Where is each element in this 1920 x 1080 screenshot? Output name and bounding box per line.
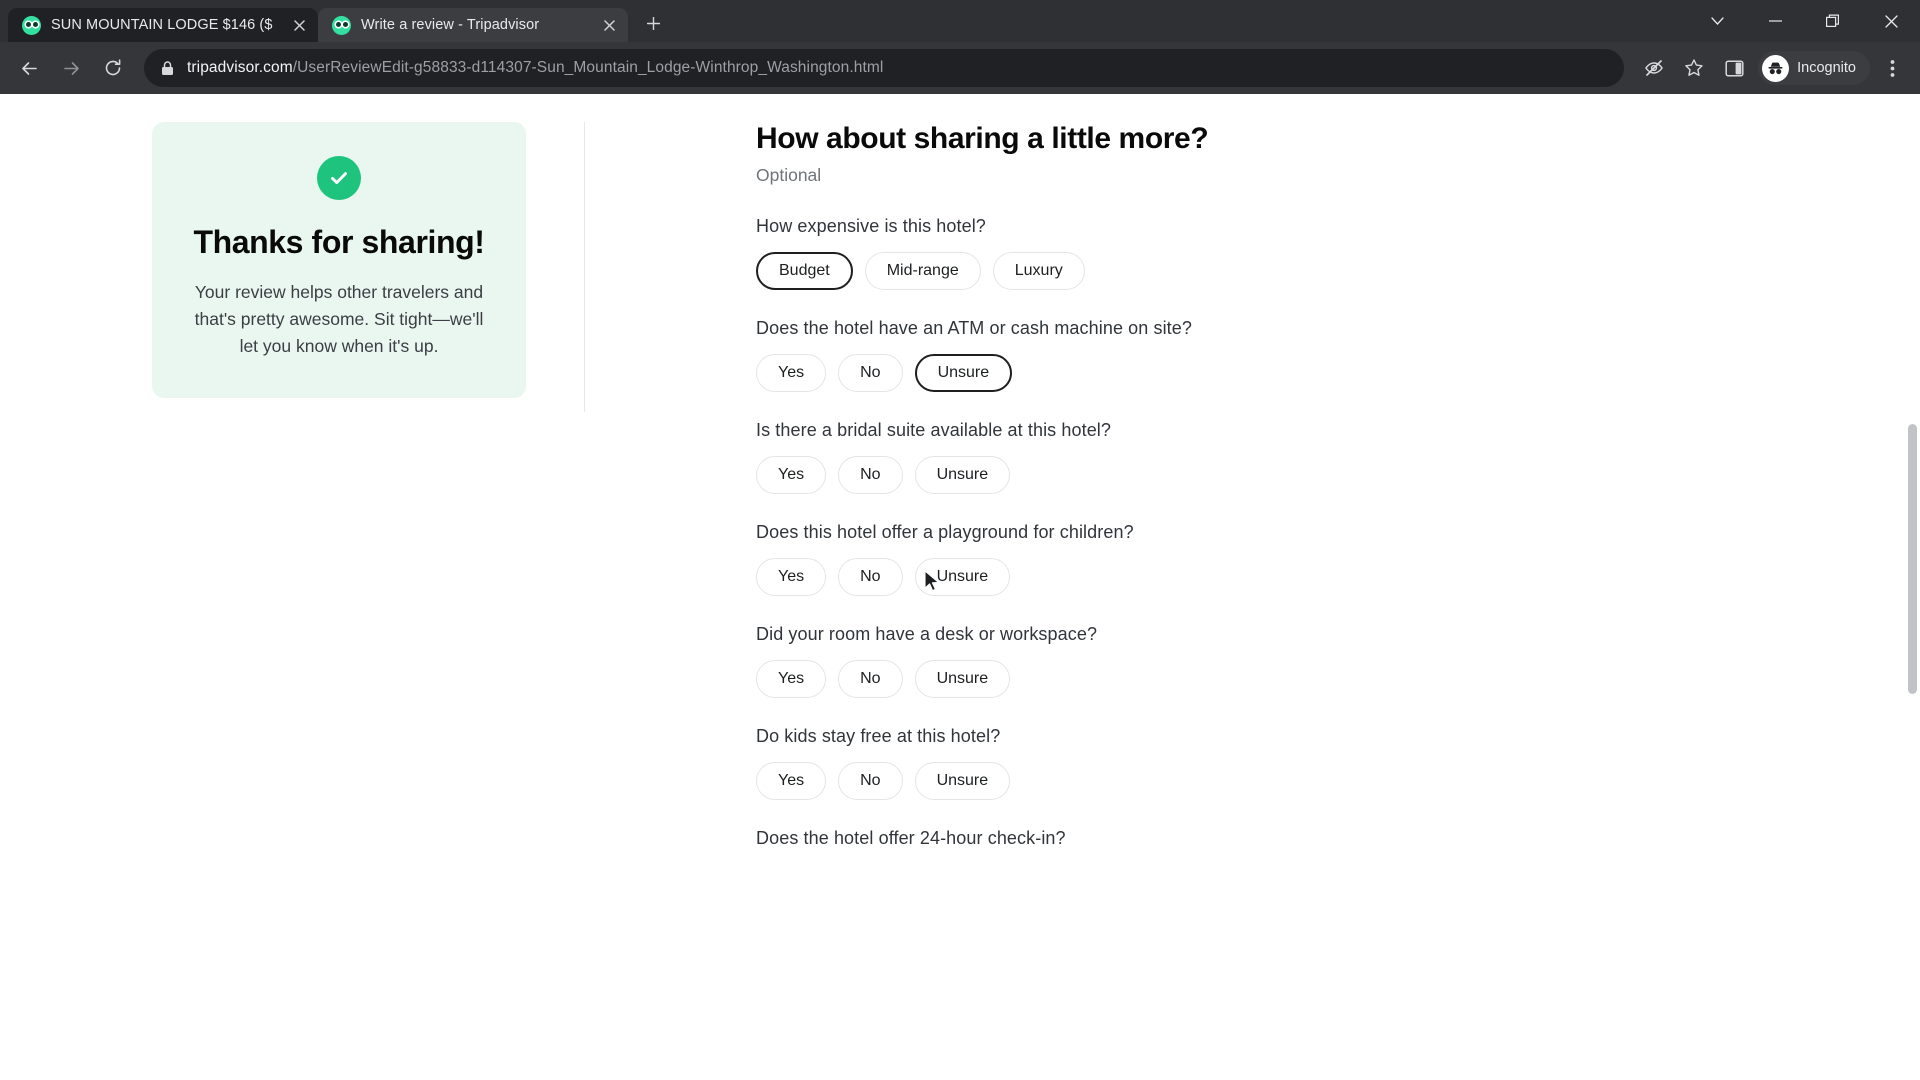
- tab-title: SUN MOUNTAIN LODGE $146 ($: [51, 17, 273, 33]
- close-icon[interactable]: [598, 14, 620, 36]
- reload-icon[interactable]: [94, 49, 132, 87]
- option-group: Yes No Unsure: [756, 456, 1920, 494]
- option-group: Yes No Unsure: [756, 660, 1920, 698]
- option-group: Yes No Unsure: [756, 354, 1920, 392]
- option-no[interactable]: No: [838, 456, 903, 494]
- option-no[interactable]: No: [838, 660, 903, 698]
- column-divider: [584, 122, 585, 412]
- browser-window: SUN MOUNTAIN LODGE $146 ($ Write a revie…: [0, 0, 1920, 1080]
- question-label: Does the hotel have an ATM or cash machi…: [756, 318, 1193, 338]
- browser-toolbar: tripadvisor.com/UserReviewEdit-g58833-d1…: [0, 42, 1920, 94]
- option-budget[interactable]: Budget: [756, 252, 853, 290]
- option-unsure[interactable]: Unsure: [914, 660, 1011, 698]
- question-bridal-suite: Is there a bridal suite available at thi…: [756, 420, 1920, 494]
- option-mid-range[interactable]: Mid-range: [864, 252, 981, 290]
- thanks-card: Thanks for sharing! Your review helps ot…: [152, 122, 526, 399]
- option-yes[interactable]: Yes: [756, 660, 827, 698]
- question-desk-workspace: Did your room have a desk or workspace? …: [756, 624, 1920, 698]
- option-no[interactable]: No: [838, 558, 903, 596]
- tripadvisor-owl-icon: [22, 15, 41, 35]
- option-group: Budget Mid-range Luxury: [756, 252, 1920, 290]
- incognito-label: Incognito: [1797, 60, 1856, 76]
- option-no[interactable]: No: [838, 762, 903, 800]
- address-bar[interactable]: tripadvisor.com/UserReviewEdit-g58833-d1…: [144, 49, 1625, 87]
- form-optional-label: Optional: [756, 165, 822, 185]
- tab-title: Write a review - Tripadvisor: [361, 17, 540, 33]
- url-text: tripadvisor.com/UserReviewEdit-g58833-d1…: [187, 59, 883, 77]
- thanks-body: Your review helps other travelers and th…: [194, 282, 484, 357]
- option-yes[interactable]: Yes: [756, 354, 827, 392]
- url-path: /UserReviewEdit-g58833-d114307-Sun_Mount…: [292, 59, 884, 76]
- option-luxury[interactable]: Luxury: [992, 252, 1085, 290]
- review-page: Thanks for sharing! Your review helps ot…: [0, 94, 1920, 1080]
- back-arrow-icon[interactable]: [10, 49, 48, 87]
- browser-tab-1[interactable]: SUN MOUNTAIN LODGE $146 ($: [8, 8, 318, 42]
- tab-search-button[interactable]: [1688, 0, 1746, 42]
- question-playground: Does this hotel offer a playground for c…: [756, 522, 1920, 596]
- close-window-button[interactable]: [1862, 0, 1920, 42]
- option-no[interactable]: No: [838, 354, 903, 392]
- confirmation-column: Thanks for sharing! Your review helps ot…: [0, 122, 700, 877]
- thanks-title: Thanks for sharing!: [193, 224, 485, 260]
- star-icon[interactable]: [1676, 50, 1712, 86]
- question-label: Did your room have a desk or workspace?: [756, 624, 1098, 644]
- question-label: Does the hotel offer 24-hour check-in?: [756, 828, 1066, 848]
- incognito-indicator[interactable]: Incognito: [1758, 51, 1870, 85]
- close-icon[interactable]: [288, 14, 310, 36]
- scrollbar-thumb[interactable]: [1908, 424, 1917, 694]
- question-label: Does this hotel offer a playground for c…: [756, 522, 1134, 542]
- option-yes[interactable]: Yes: [756, 456, 827, 494]
- tripadvisor-owl-icon: [332, 15, 351, 35]
- window-controls: [1688, 0, 1920, 42]
- check-circle-icon: [317, 156, 361, 200]
- incognito-hat-icon: [1762, 54, 1790, 82]
- option-group: Yes No Unsure: [756, 558, 1920, 596]
- option-unsure[interactable]: Unsure: [914, 558, 1011, 596]
- option-unsure[interactable]: Unsure: [914, 762, 1011, 800]
- lock-icon: [158, 59, 176, 77]
- browser-tab-2[interactable]: Write a review - Tripadvisor: [318, 8, 628, 42]
- option-yes[interactable]: Yes: [756, 558, 827, 596]
- question-kids-stay-free: Do kids stay free at this hotel? Yes No …: [756, 726, 1920, 800]
- question-label: How expensive is this hotel?: [756, 216, 986, 236]
- questions-column: How about sharing a little more? Optiona…: [700, 122, 1920, 877]
- page-scrollbar[interactable]: [1905, 94, 1920, 1080]
- page-title: How about sharing a little more?: [756, 122, 1209, 155]
- eye-slash-icon[interactable]: [1636, 50, 1672, 86]
- page-viewport: Thanks for sharing! Your review helps ot…: [0, 94, 1920, 1080]
- question-price: How expensive is this hotel? Budget Mid-…: [756, 216, 1920, 290]
- tab-strip: SUN MOUNTAIN LODGE $146 ($ Write a revie…: [0, 0, 1920, 42]
- option-unsure[interactable]: Unsure: [914, 354, 1013, 392]
- forward-arrow-icon[interactable]: [52, 49, 90, 87]
- side-panel-icon[interactable]: [1716, 50, 1752, 86]
- question-24-hour-check-in: Does the hotel offer 24-hour check-in?: [756, 828, 1920, 849]
- option-unsure[interactable]: Unsure: [914, 456, 1011, 494]
- maximize-button[interactable]: [1804, 0, 1862, 42]
- minimize-button[interactable]: [1746, 0, 1804, 42]
- question-label: Do kids stay free at this hotel?: [756, 726, 1001, 746]
- new-tab-button[interactable]: [636, 6, 670, 40]
- option-yes[interactable]: Yes: [756, 762, 827, 800]
- question-label: Is there a bridal suite available at thi…: [756, 420, 1112, 440]
- url-domain: tripadvisor.com: [187, 59, 293, 76]
- three-dot-menu-icon[interactable]: [1874, 50, 1910, 86]
- question-atm: Does the hotel have an ATM or cash machi…: [756, 318, 1920, 392]
- option-group: Yes No Unsure: [756, 762, 1920, 800]
